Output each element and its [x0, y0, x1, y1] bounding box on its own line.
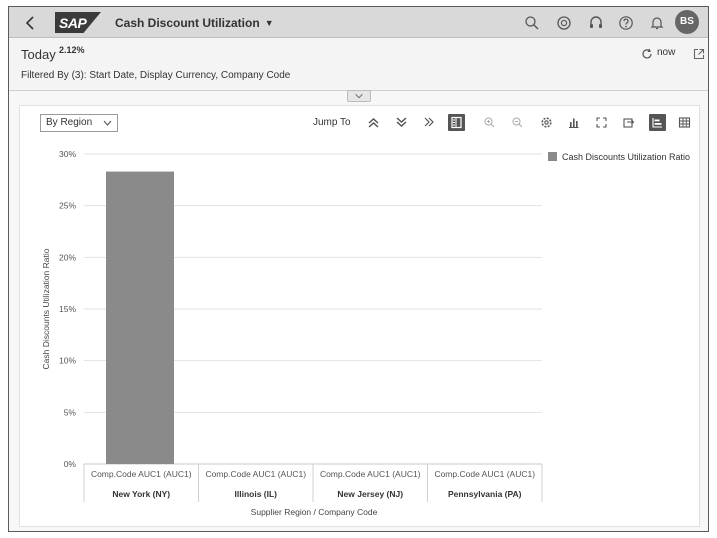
headset-icon[interactable]	[587, 14, 605, 32]
chart-type-icon[interactable]	[565, 114, 582, 131]
sap-logo[interactable]: SAP	[55, 12, 101, 33]
x-tick-label: Comp.Code AUC1 (AUC1)	[434, 469, 535, 479]
y-axis-title: Cash Discounts Utilization Ratio	[41, 248, 51, 369]
jump-to-label[interactable]: Jump To	[313, 117, 351, 128]
x-tick-label: Comp.Code AUC1 (AUC1)	[320, 469, 421, 479]
bar-chart: 0% 5% 10% 15% 20% 25% 30% Cash Discounts Utiliz…	[41, 149, 543, 517]
drill-down-icon[interactable]	[393, 114, 410, 131]
notification-icon[interactable]	[648, 14, 666, 32]
chart-view-icon[interactable]	[649, 114, 666, 131]
x-group-label: New Jersey (NJ)	[337, 489, 403, 499]
x-tick-label: Comp.Code AUC1 (AUC1)	[91, 469, 192, 479]
zoom-in-icon[interactable]	[481, 114, 498, 131]
y-tick-label: 5%	[64, 407, 77, 417]
search-icon[interactable]	[523, 14, 541, 32]
y-tick-label: 10%	[59, 356, 76, 366]
fullscreen-icon[interactable]	[593, 114, 610, 131]
x-group-label: Illinois (IL)	[235, 489, 278, 499]
help-icon[interactable]	[617, 14, 635, 32]
x-tick-label: Comp.Code AUC1 (AUC1)	[205, 469, 306, 479]
today-value: 2.12%	[59, 45, 85, 55]
back-icon[interactable]	[21, 13, 41, 33]
share-icon[interactable]	[693, 48, 705, 60]
app-title: Cash Discount Utilization	[115, 16, 260, 30]
y-tick-label: 0%	[64, 459, 77, 469]
app-title-menu[interactable]: Cash Discount Utilization ▼	[115, 16, 274, 30]
page-header: Today 2.12% Filtered By (3): Start Date,…	[9, 39, 708, 91]
x-axis-title: Supplier Region / Company Code	[251, 507, 378, 517]
zoom-out-icon[interactable]	[509, 114, 526, 131]
y-tick-label: 30%	[59, 149, 76, 159]
export-icon[interactable]	[620, 114, 637, 131]
y-tick-label: 15%	[59, 304, 76, 314]
chart-card: By Region Jump To Cash Discounts Utiliza…	[19, 105, 700, 527]
table-view-icon[interactable]	[676, 114, 693, 131]
chevron-down-icon	[103, 120, 112, 126]
settings-icon[interactable]	[538, 114, 555, 131]
bar	[106, 171, 174, 465]
drill-up-icon[interactable]	[365, 114, 382, 131]
x-group-label: Pennsylvania (PA)	[448, 489, 522, 499]
user-avatar[interactable]: BS	[675, 10, 699, 34]
view-select[interactable]: By Region	[40, 114, 118, 132]
x-group-label: New York (NY)	[112, 489, 170, 499]
today-label: Today	[21, 47, 56, 62]
shell-bar: SAP Cash Discount Utilization ▼ BS	[9, 7, 708, 38]
drill-details-icon[interactable]	[420, 114, 437, 131]
y-tick-label: 20%	[59, 252, 76, 262]
refresh-time: now	[657, 47, 676, 58]
caret-down-icon: ▼	[264, 18, 274, 28]
app-window: SAP Cash Discount Utilization ▼ BS Today …	[8, 6, 709, 532]
collapse-header-button[interactable]	[347, 90, 371, 102]
filter-summary[interactable]: Filtered By (3): Start Date, Display Cur…	[21, 70, 290, 81]
y-tick-label: 25%	[59, 201, 76, 211]
details-panel-icon[interactable]	[448, 114, 465, 131]
copilot-icon[interactable]	[555, 14, 573, 32]
refresh-icon[interactable]	[641, 48, 653, 60]
